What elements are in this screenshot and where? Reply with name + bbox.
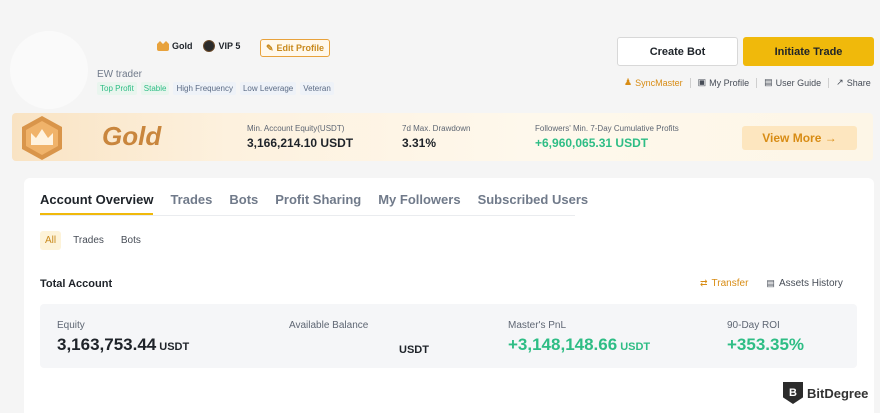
- available-balance-unit-cell: USDT: [399, 340, 429, 358]
- edit-profile-label: Edit Profile: [276, 43, 325, 53]
- user-icon: ♟: [624, 77, 633, 87]
- equity-label: Equity: [57, 320, 85, 331]
- drawdown-value: 3.31%: [402, 136, 437, 150]
- edit-icon: ✎: [266, 42, 274, 53]
- drawdown-stat: 7d Max. Drawdown 3.31%: [402, 124, 470, 150]
- roi-cell: 90-Day ROI +353.35%: [727, 320, 804, 355]
- gold-badge: Gold: [157, 41, 193, 51]
- equity-amount: 3,163,753.44: [57, 335, 157, 354]
- gold-badge-label: Gold: [172, 41, 193, 51]
- assets-history-label: Assets History: [778, 278, 843, 289]
- equity-cell: Equity 3,163,753.44 USDT: [57, 320, 189, 355]
- share-label: Share: [846, 77, 871, 88]
- tabs-divider: [40, 215, 575, 216]
- divider: [756, 77, 758, 88]
- filter-trades[interactable]: Trades: [68, 231, 109, 250]
- crown-icon: [22, 116, 62, 160]
- trader-tags: Top Profit Stable High Frequency Low Lev…: [97, 82, 334, 95]
- min-equity-value: 3,166,214.10 USDT: [247, 136, 354, 150]
- profile-badges: Gold VIP 5: [157, 40, 240, 52]
- available-balance-unit: USDT: [399, 344, 429, 356]
- available-balance-cell: Available Balance: [289, 320, 368, 331]
- create-bot-button[interactable]: Create Bot: [617, 37, 738, 66]
- tab-my-followers[interactable]: My Followers: [378, 192, 460, 207]
- tag-veteran: Veteran: [300, 82, 334, 95]
- pnl-label: Master's PnL: [508, 320, 567, 331]
- tab-account-overview[interactable]: Account Overview: [40, 192, 154, 215]
- pnl-cell: Master's PnL +3,148,148.66 USDT: [508, 320, 650, 355]
- total-account-title: Total Account: [40, 278, 113, 290]
- crown-icon: [157, 41, 169, 51]
- profile-links: ♟ SyncMaster ▣ My Profile ▤ User Guide ↗…: [624, 77, 871, 88]
- avatar[interactable]: [10, 31, 88, 109]
- syncmaster-link[interactable]: ♟ SyncMaster: [624, 77, 683, 88]
- min-equity-label: Min. Account Equity(USDT): [247, 124, 345, 133]
- vip-badge: VIP 5: [202, 40, 241, 52]
- vip-badge-label: VIP 5: [218, 41, 241, 51]
- view-more-button[interactable]: View More →: [742, 126, 857, 150]
- filter-all[interactable]: All: [40, 231, 62, 250]
- initiate-trade-button[interactable]: Initiate Trade: [743, 37, 874, 66]
- tag-top-profit: Top Profit: [97, 82, 137, 95]
- syncmaster-label: SyncMaster: [635, 77, 683, 88]
- tag-stable: Stable: [140, 82, 170, 95]
- transfer-button[interactable]: ⇄ Transfer: [700, 278, 748, 289]
- edit-profile-button[interactable]: ✎ Edit Profile: [260, 39, 331, 57]
- roi-value: +353.35%: [727, 335, 805, 354]
- tab-bots[interactable]: Bots: [229, 192, 258, 207]
- pnl-value: +3,148,148.66 USDT: [508, 335, 650, 355]
- watermark: B BitDegree: [783, 382, 868, 404]
- transfer-label: Transfer: [711, 278, 749, 289]
- username: EW trader: [97, 69, 143, 80]
- account-actions: ⇄ Transfer ▤ Assets History: [700, 278, 843, 289]
- account-tabs: Account Overview Trades Bots Profit Shar…: [40, 192, 589, 215]
- filter-chips: All Trades Bots: [40, 231, 146, 250]
- drawdown-label: 7d Max. Drawdown: [402, 124, 471, 133]
- tab-trades[interactable]: Trades: [170, 192, 212, 207]
- book-icon: ▤: [764, 77, 773, 87]
- follower-profits-label: Followers' Min. 7-Day Cumulative Profits: [535, 124, 679, 133]
- pnl-amount: +3,148,148.66: [508, 335, 618, 354]
- user-guide-link[interactable]: ▤ User Guide: [764, 77, 821, 88]
- transfer-icon: ⇄: [700, 278, 708, 288]
- divider: [689, 77, 691, 88]
- pnl-unit: USDT: [620, 341, 651, 353]
- my-profile-label: My Profile: [709, 77, 750, 88]
- profile-icon: ▣: [697, 77, 707, 87]
- tag-low-leverage: Low Leverage: [239, 82, 297, 95]
- share-link[interactable]: ↗ Share: [836, 77, 871, 88]
- share-icon: ↗: [836, 77, 844, 87]
- vip-icon: [202, 40, 215, 52]
- tier-title: Gold: [102, 121, 162, 151]
- follower-profits-stat: Followers' Min. 7-Day Cumulative Profits…: [535, 124, 679, 150]
- filter-bots[interactable]: Bots: [116, 231, 146, 250]
- roi-label: 90-Day ROI: [727, 320, 780, 331]
- my-profile-link[interactable]: ▣ My Profile: [698, 77, 750, 88]
- bitdegree-logo-icon: B: [783, 382, 803, 404]
- follower-profits-value: +6,960,065.31 USDT: [535, 136, 649, 150]
- tag-high-frequency: High Frequency: [173, 82, 236, 95]
- equity-unit: USDT: [159, 341, 190, 353]
- min-equity-stat: Min. Account Equity(USDT) 3,166,214.10 U…: [247, 124, 353, 150]
- assets-history-button[interactable]: ▤ Assets History: [766, 278, 842, 289]
- available-balance-label: Available Balance: [289, 320, 369, 331]
- watermark-label: BitDegree: [807, 385, 869, 401]
- user-guide-label: User Guide: [775, 77, 822, 88]
- equity-value: 3,163,753.44 USDT: [57, 335, 189, 355]
- history-icon: ▤: [766, 278, 775, 288]
- divider: [828, 77, 830, 88]
- tab-profit-sharing[interactable]: Profit Sharing: [275, 192, 361, 207]
- tab-subscribed-users[interactable]: Subscribed Users: [478, 192, 589, 207]
